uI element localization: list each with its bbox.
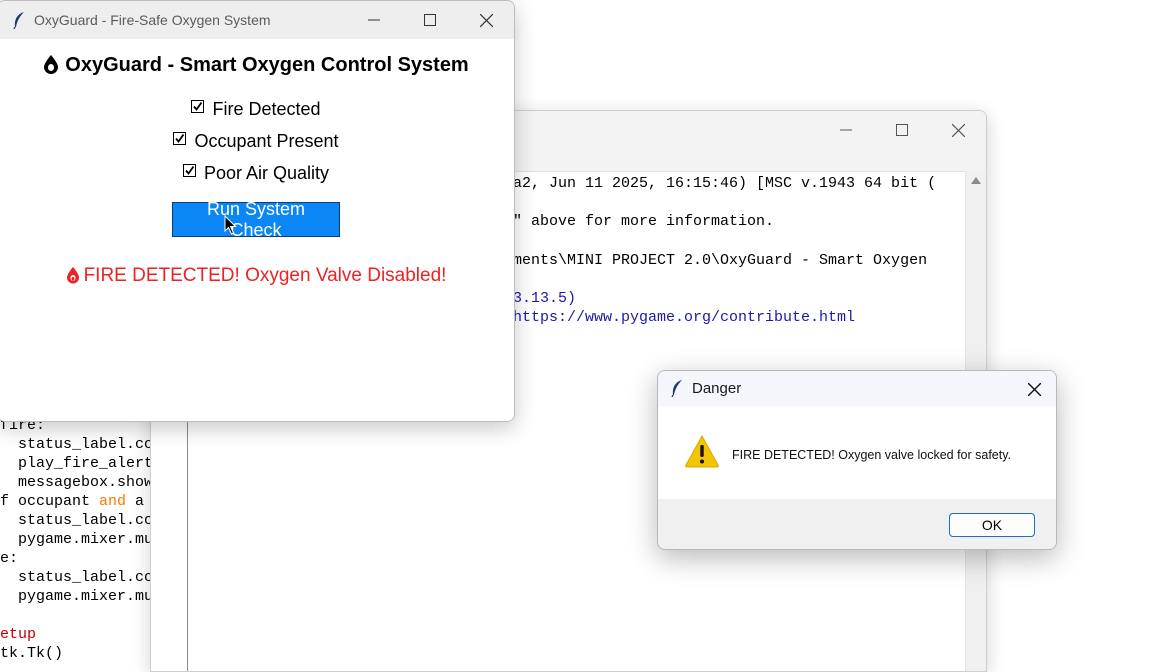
status-text: FIRE DETECTED! Oxygen Valve Disabled! [83,265,447,286]
code-line: pygame.mixer.mu [0,588,150,605]
status-label: FIRE DETECTED! Oxygen Valve Disabled! [0,265,514,287]
code-line: messagebox.show [0,474,150,491]
minimize-icon [840,129,852,131]
oxygen-drop-icon [44,55,59,74]
shell-line: a2, Jun 11 2025, 16:15:46) [MSC v.1943 6… [513,175,937,192]
checkbox-occupant-present[interactable]: Occupant Present [0,131,514,152]
checkmark-icon [193,101,203,111]
checkmark-icon [185,165,195,175]
close-icon [951,123,965,137]
checkbox[interactable] [182,164,196,177]
code-line: status_label.co [0,569,150,586]
code-line: f occupant and a [0,493,145,510]
checkbox-label: Fire Detected [212,99,321,119]
checkbox-fire-detected[interactable]: Fire Detected [0,99,514,120]
mouse-cursor-icon [224,215,237,235]
heading-text: OxyGuard - Smart Oxygen Control System [65,54,469,76]
code-line: status_label.co [0,436,150,453]
close-icon [479,13,493,27]
scroll-up-arrow-icon[interactable] [971,177,981,184]
dialog-close-button[interactable] [1020,375,1048,403]
dialog-titlebar: Danger [658,371,1056,406]
run-system-check-button[interactable]: Run System Check [172,199,340,240]
oxyguard-titlebar: OxyGuard - Fire-Safe Oxygen System [0,1,514,39]
oxyguard-window: OxyGuard - Fire-Safe Oxygen System OxyGu… [0,0,515,422]
dialog-title: Danger [692,380,742,397]
shell-line: " above for more information. [513,213,775,230]
minimize-button[interactable] [818,111,874,149]
dialog-body: FIRE DETECTED! Oxygen valve locked for s… [658,406,1056,499]
maximize-button[interactable] [402,1,458,39]
warning-icon [685,434,719,468]
maximize-icon [424,14,436,26]
code-line: tk.Tk() [0,645,64,662]
code-line: status_label.co [0,512,150,529]
ok-button[interactable]: OK [949,513,1035,537]
danger-dialog: Danger FIRE DETECTED! Oxygen valve locke… [657,370,1057,550]
close-button[interactable] [930,111,986,149]
code-line: pygame.mixer.mu [0,531,150,548]
dialog-footer: OK [658,499,1056,549]
dialog-message: FIRE DETECTED! Oxygen valve locked for s… [732,448,1012,462]
feather-icon [13,12,24,29]
code-line: e: [0,550,19,567]
checkbox-label: Occupant Present [194,131,339,151]
checkbox[interactable] [191,100,205,113]
page-title: OxyGuard - Smart Oxygen Control System [0,54,514,77]
checkbox[interactable] [173,132,187,145]
shell-line: https://www.pygame.org/contribute.html [513,309,856,326]
maximize-icon [896,124,908,136]
close-button[interactable] [458,1,514,39]
shell-line: ments\MINI PROJECT 2.0\OxyGuard - Smart … [513,252,928,269]
code-line: etup [0,626,37,643]
code-editor-snippet: fire: status_label.co play_fire_alert me… [0,412,150,662]
checkmark-icon [175,133,185,143]
checkbox-label: Poor Air Quality [203,163,330,183]
feather-icon [671,380,682,397]
minimize-button[interactable] [346,1,402,39]
code-line: play_fire_alert [0,455,150,472]
maximize-button[interactable] [874,111,930,149]
minimize-icon [368,19,380,21]
shell-line: 3.13.5) [513,290,577,307]
fire-drop-icon [66,267,79,284]
window-title: OxyGuard - Fire-Safe Oxygen System [34,12,271,28]
checkbox-poor-air-quality[interactable]: Poor Air Quality [0,163,514,184]
close-icon [1027,382,1041,396]
